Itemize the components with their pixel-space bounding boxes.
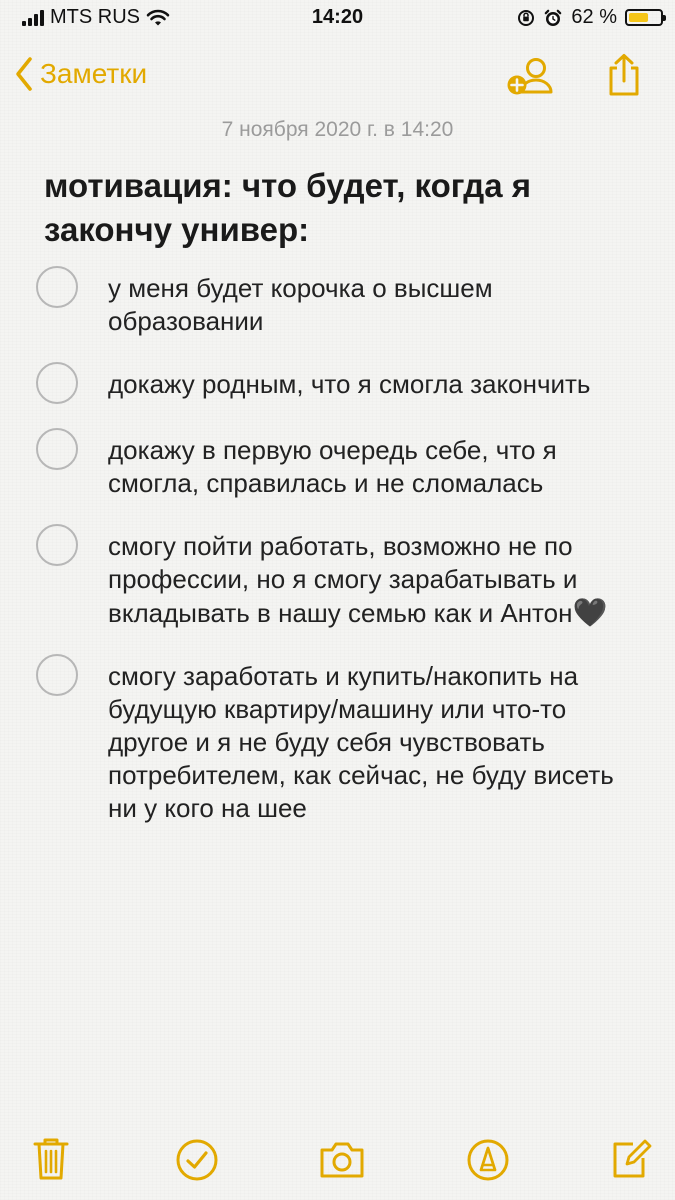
markup-button[interactable] — [466, 1136, 510, 1187]
alarm-clock-icon — [545, 9, 562, 26]
checklist-checkbox[interactable] — [36, 654, 78, 696]
bottom-toolbar — [0, 1136, 675, 1184]
checklist-item-text[interactable]: докажу в первую очередь себе, что я смог… — [108, 434, 618, 500]
camera-icon — [320, 1142, 364, 1178]
checklist-item-text[interactable]: смогу заработать и купить/накопить на бу… — [108, 660, 618, 825]
compose-note-button[interactable] — [609, 1136, 653, 1187]
battery-icon — [625, 9, 666, 26]
trash-icon — [33, 1138, 69, 1180]
chevron-left-icon — [16, 57, 32, 91]
checklist: у меня будет корочка о высшем образовани… — [36, 266, 656, 849]
back-to-notes-button[interactable]: Заметки — [14, 56, 147, 92]
checklist-item-text-body: смогу пойти работать, возможно не по про… — [108, 531, 578, 628]
delete-note-button[interactable] — [31, 1136, 71, 1187]
black-heart-emoji: 🖤 — [572, 597, 608, 628]
back-label: Заметки — [40, 58, 148, 89]
checkmark-circle-icon — [176, 1139, 218, 1181]
markup-pen-icon — [467, 1139, 509, 1181]
checklist-checkbox[interactable] — [36, 266, 78, 308]
battery-percent: 62 % — [571, 6, 617, 28]
checklist-item-text[interactable]: у меня будет корочка о высшем образовани… — [108, 272, 618, 338]
orientation-lock-icon — [518, 9, 535, 26]
checklist-button[interactable] — [175, 1136, 219, 1187]
checklist-checkbox[interactable] — [36, 524, 78, 566]
checklist-checkbox[interactable] — [36, 428, 78, 470]
checklist-checkbox[interactable] — [36, 362, 78, 404]
add-people-button[interactable] — [505, 55, 557, 102]
compose-icon — [613, 1139, 652, 1178]
checklist-item-text[interactable]: докажу родным, что я смогла закончить — [108, 368, 618, 401]
note-date: 7 ноября 2020 г. в 14:20 — [221, 118, 454, 141]
status-bar: MTS RUS 14:20 62 % — [0, 0, 675, 36]
camera-button[interactable] — [317, 1136, 367, 1187]
note-title[interactable]: мотивация: что будет, когда я закончу ун… — [44, 164, 654, 252]
status-right: 62 % — [517, 6, 666, 29]
checklist-item-text[interactable]: смогу пойти работать, возможно не по про… — [108, 530, 618, 630]
share-icon — [609, 54, 639, 96]
checklist-item: смогу пойти работать, возможно не по про… — [36, 524, 656, 630]
checklist-item: у меня будет корочка о высшем образовани… — [36, 266, 656, 338]
checklist-item: докажу родным, что я смогла закончить — [36, 362, 656, 404]
share-button[interactable] — [604, 52, 644, 103]
checklist-item: докажу в первую очередь себе, что я смог… — [36, 428, 656, 500]
add-person-icon — [507, 58, 553, 95]
checklist-item: смогу заработать и купить/накопить на бу… — [36, 654, 656, 825]
battery-level-fill — [629, 13, 648, 22]
